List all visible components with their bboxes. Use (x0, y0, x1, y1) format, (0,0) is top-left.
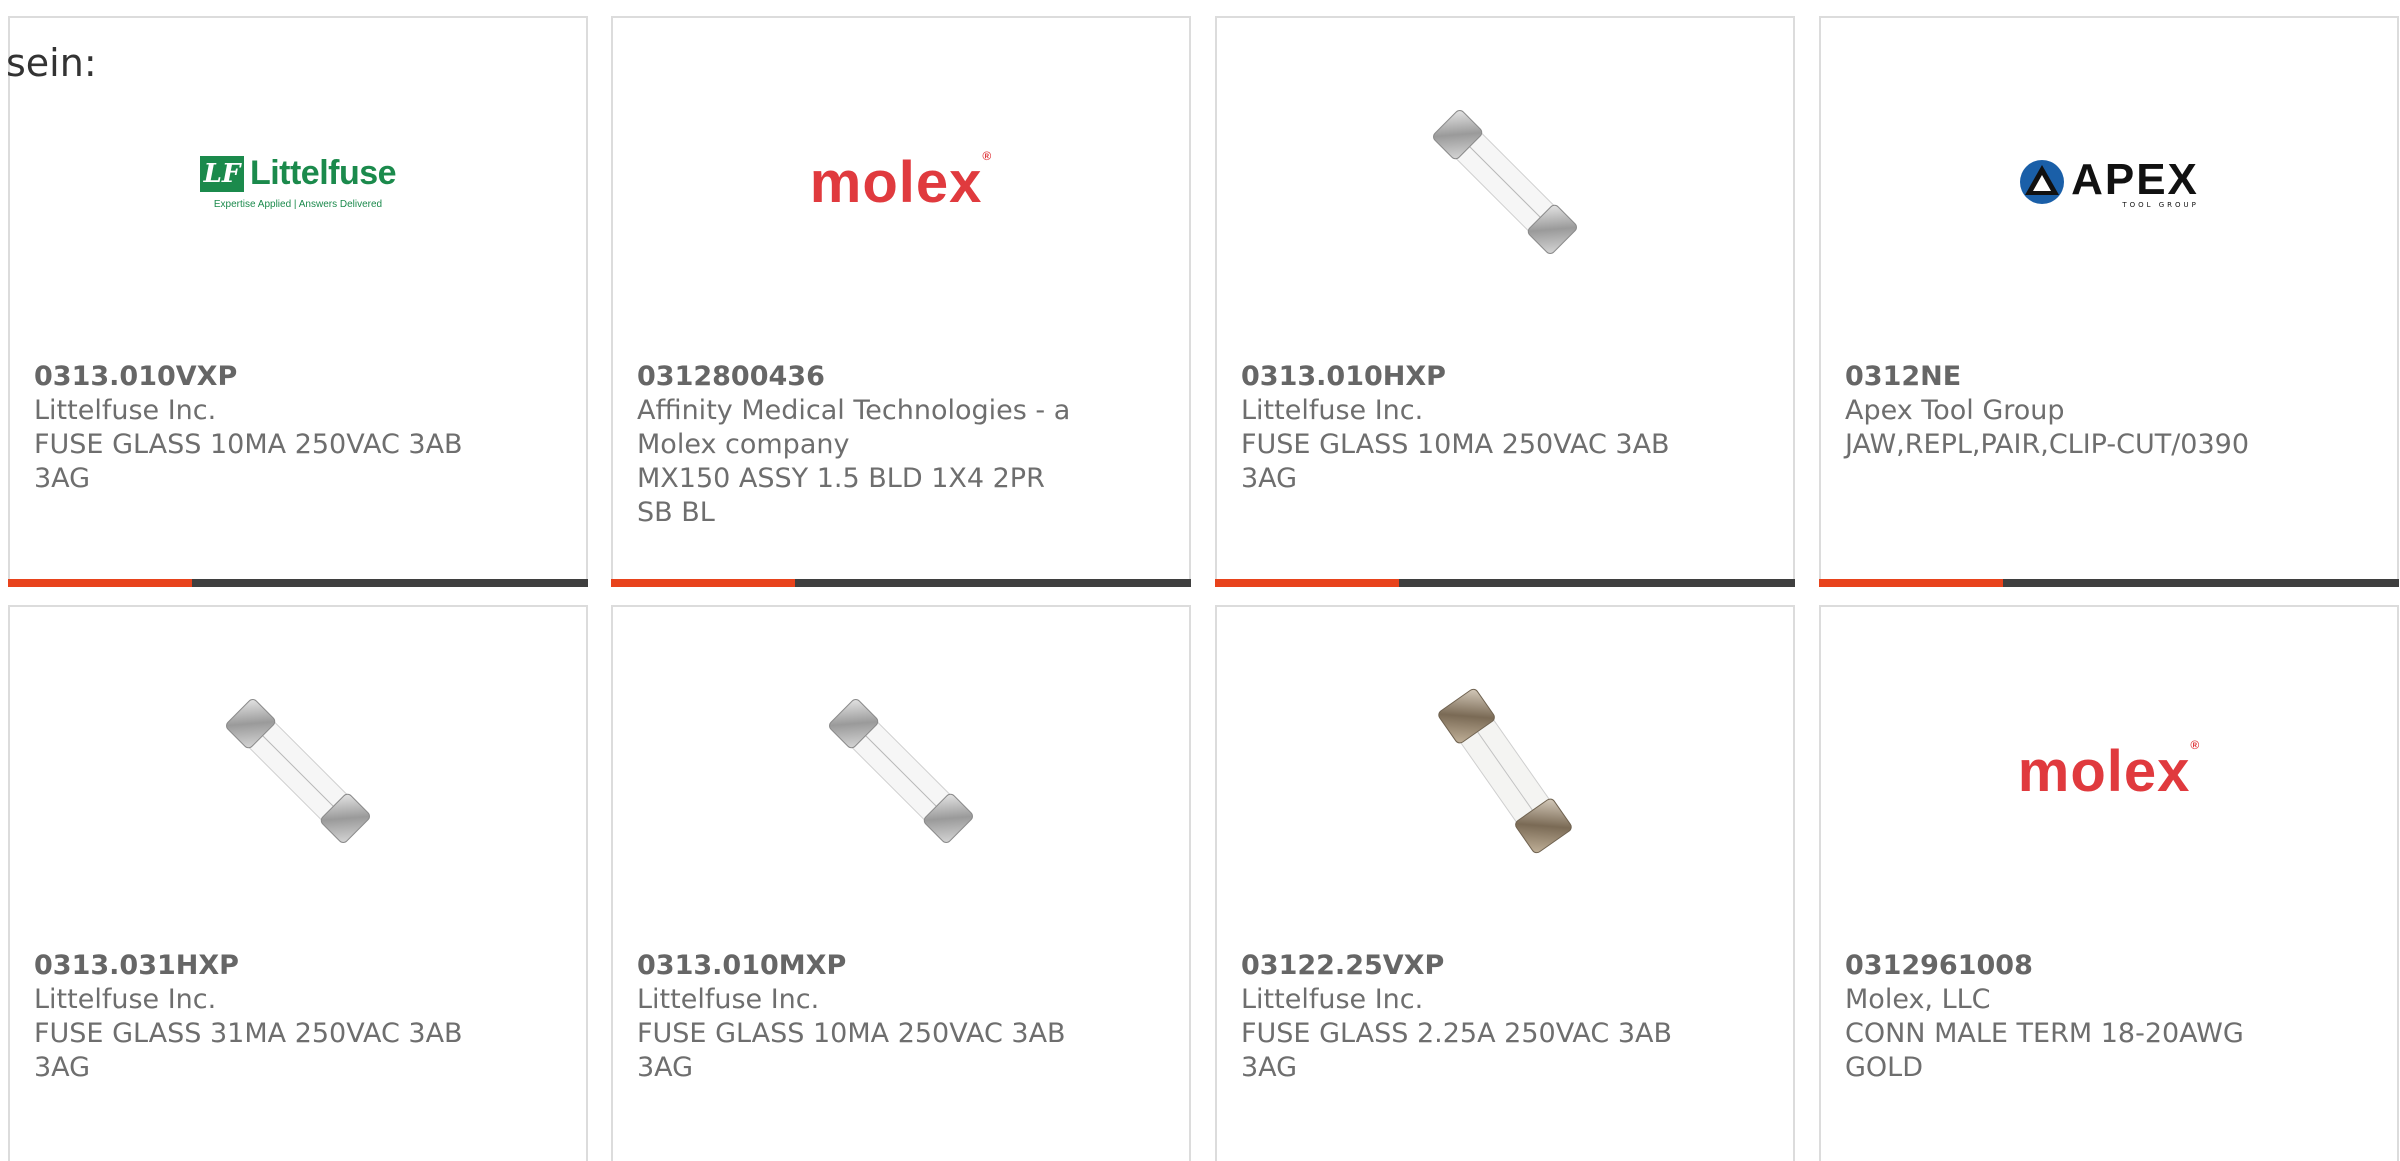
part-number-link[interactable]: 0313.010HXP (1241, 360, 1681, 394)
product-card[interactable]: LF Littelfuse Expertise Applied | Answer… (8, 16, 588, 587)
card-accent-bar (1819, 579, 2003, 587)
littelfuse-wordmark: Littelfuse (249, 154, 397, 192)
product-image[interactable]: molex® (1979, 671, 2239, 871)
product-info: 03122.25VXP Littelfuse Inc. FUSE GLASS 2… (1241, 949, 1681, 1085)
molex-wordmark: molex (2017, 738, 2191, 804)
product-image[interactable] (198, 671, 398, 871)
manufacturer-name: Apex Tool Group (1845, 395, 2065, 426)
glass-fuse-brass-icon (1438, 688, 1572, 854)
product-card[interactable]: APEX TOOL GROUP 0312NE Apex Tool Group J… (1819, 16, 2399, 587)
product-info: 0313.010MXP Littelfuse Inc. FUSE GLASS 1… (637, 949, 1077, 1085)
card-bottom-bar (1215, 579, 1795, 587)
part-number-link[interactable]: 0313.031HXP (34, 949, 474, 983)
apex-logo-icon (2020, 160, 2065, 204)
product-description: CONN MALE TERM 18-20AWG GOLD (1845, 1018, 2244, 1083)
card-accent-bar (1215, 579, 1399, 587)
molex-wordmark: molex (809, 149, 983, 215)
product-description: FUSE GLASS 31MA 250VAC 3AB 3AG (34, 1018, 463, 1083)
product-image[interactable] (1405, 82, 1605, 282)
glass-fuse-icon (226, 699, 370, 843)
manufacturer-name: Littelfuse Inc. (34, 395, 217, 426)
manufacturer-name: Littelfuse Inc. (1241, 395, 1424, 426)
manufacturer-name: Littelfuse Inc. (1241, 984, 1424, 1015)
littelfuse-tagline: Expertise Applied | Answers Delivered (213, 199, 383, 210)
apex-wordmark: APEX (2071, 155, 2199, 204)
product-info: 0313.031HXP Littelfuse Inc. FUSE GLASS 3… (34, 949, 474, 1085)
product-info: 0312NE Apex Tool Group JAW,REPL,PAIR,CLI… (1845, 360, 2285, 462)
molex-logo: molex® (810, 149, 992, 216)
product-info: 0313.010VXP Littelfuse Inc. FUSE GLASS 1… (34, 360, 474, 496)
card-bottom-bar (1819, 579, 2399, 587)
card-bottom-bar (8, 579, 588, 587)
product-description: MX150 ASSY 1.5 BLD 1X4 2PR SB BL (637, 463, 1045, 528)
product-card[interactable]: 03122.25VXP Littelfuse Inc. FUSE GLASS 2… (1215, 605, 1795, 1161)
part-number-link[interactable]: 0312961008 (1845, 949, 2285, 983)
product-card[interactable]: molex® 0312961008 Molex, LLC CONN MALE T… (1819, 605, 2399, 1161)
product-description: JAW,REPL,PAIR,CLIP-CUT/0390 (1845, 429, 2250, 460)
product-description: FUSE GLASS 10MA 250VAC 3AB 3AG (1241, 429, 1670, 494)
intro-text: sein: (6, 41, 97, 85)
product-description: FUSE GLASS 2.25A 250VAC 3AB 3AG (1241, 1018, 1673, 1083)
product-grid-page: sein: LF Littelfuse Expertise Applied | … (0, 0, 2400, 1161)
apex-tool-group-logo: APEX TOOL GROUP (2019, 155, 2199, 209)
product-description: FUSE GLASS 10MA 250VAC 3AB 3AG (637, 1018, 1066, 1083)
product-image[interactable] (801, 671, 1001, 871)
manufacturer-name: Affinity Medical Technologies - a Molex … (637, 395, 1071, 460)
glass-fuse-icon (1433, 110, 1577, 254)
littelfuse-mark-icon: LF (199, 155, 244, 192)
product-card[interactable]: 0313.010HXP Littelfuse Inc. FUSE GLASS 1… (1215, 16, 1795, 587)
product-image[interactable]: APEX TOOL GROUP (1999, 82, 2219, 282)
manufacturer-name: Molex, LLC (1845, 984, 1991, 1015)
card-accent-bar (8, 579, 192, 587)
molex-registered-mark: ® (982, 148, 993, 163)
manufacturer-name: Littelfuse Inc. (34, 984, 217, 1015)
molex-registered-mark: ® (2190, 737, 2201, 752)
part-number-link[interactable]: 0313.010MXP (637, 949, 1077, 983)
product-info: 0312800436 Affinity Medical Technologies… (637, 360, 1077, 530)
product-card[interactable]: 0313.010MXP Littelfuse Inc. FUSE GLASS 1… (611, 605, 1191, 1161)
part-number-link[interactable]: 0313.010VXP (34, 360, 474, 394)
littelfuse-logo: LF Littelfuse Expertise Applied | Answer… (199, 154, 397, 210)
molex-logo: molex® (2018, 738, 2200, 805)
part-number-link[interactable]: 03122.25VXP (1241, 949, 1681, 983)
part-number-link[interactable]: 0312800436 (637, 360, 1077, 394)
manufacturer-name: Littelfuse Inc. (637, 984, 820, 1015)
product-image[interactable] (1405, 671, 1605, 871)
card-bottom-bar (611, 579, 1191, 587)
card-accent-bar (611, 579, 795, 587)
glass-fuse-icon (829, 699, 973, 843)
part-number-link[interactable]: 0312NE (1845, 360, 2285, 394)
product-image[interactable]: molex® (771, 82, 1031, 282)
product-info: 0313.010HXP Littelfuse Inc. FUSE GLASS 1… (1241, 360, 1681, 496)
product-card[interactable]: molex® 0312800436 Affinity Medical Techn… (611, 16, 1191, 587)
product-card[interactable]: 0313.031HXP Littelfuse Inc. FUSE GLASS 3… (8, 605, 588, 1161)
product-info: 0312961008 Molex, LLC CONN MALE TERM 18-… (1845, 949, 2285, 1085)
product-image[interactable]: LF Littelfuse Expertise Applied | Answer… (198, 82, 398, 282)
product-description: FUSE GLASS 10MA 250VAC 3AB 3AG (34, 429, 463, 494)
